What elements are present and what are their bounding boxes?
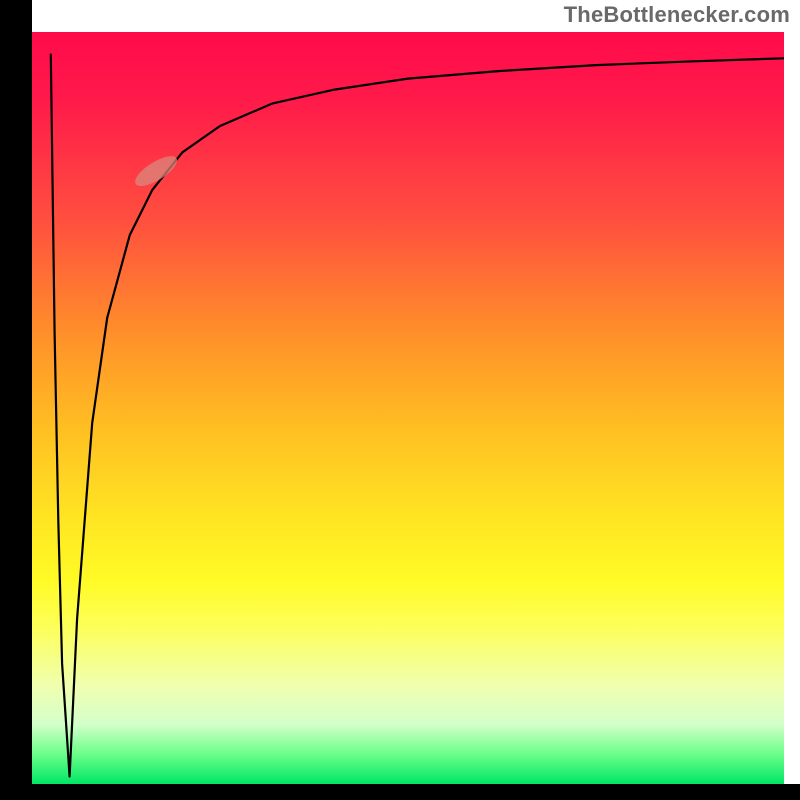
watermark: TheBottlenecker.com [564,2,790,28]
x-axis-bar [0,784,800,800]
plot-area [32,32,784,784]
y-axis-bar [0,0,32,800]
chart-canvas: TheBottlenecker.com [0,0,800,800]
